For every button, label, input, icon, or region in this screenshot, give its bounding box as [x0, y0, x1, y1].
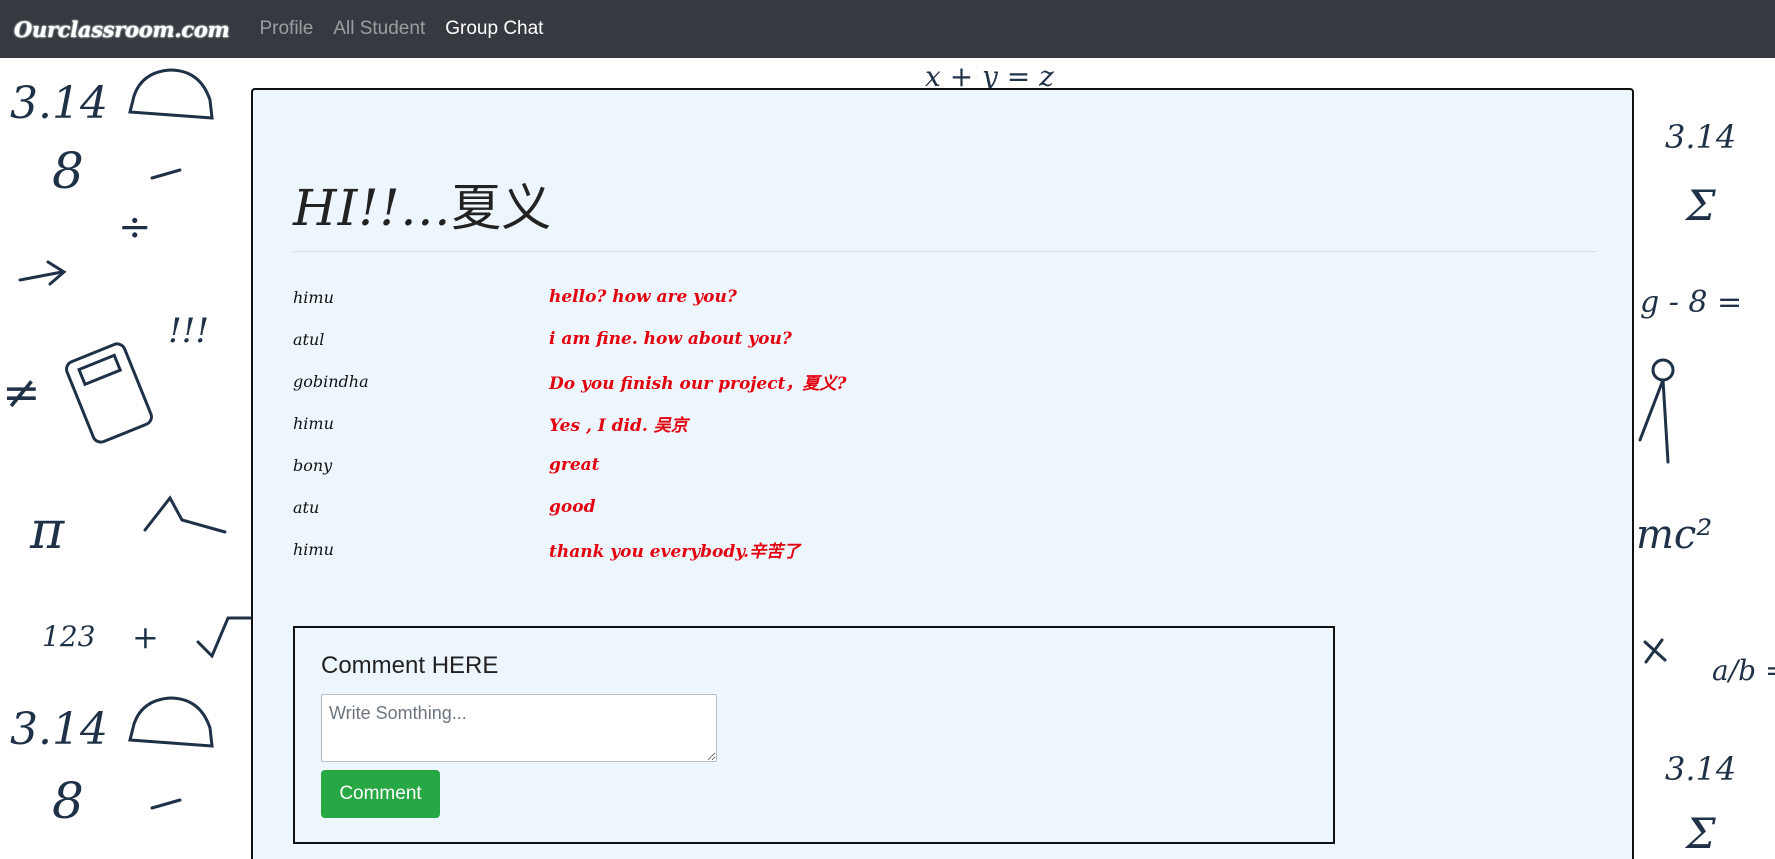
doodle-sigma-lower: Σ: [1684, 809, 1716, 858]
message-row: himu Yes , I did. 吴京: [293, 402, 1593, 444]
message-text: thank you everybody.辛苦了: [549, 541, 801, 562]
comment-submit-button[interactable]: Comment: [321, 770, 440, 818]
doodle-pi: π: [29, 501, 65, 561]
doodle-g-minus: g - 8 =: [1640, 285, 1742, 320]
wave-drawing: [143, 495, 227, 534]
message-author: atu: [293, 497, 320, 517]
doodle-not-equal: ≠: [2, 365, 41, 419]
comment-form: Comment HERE Comment: [293, 626, 1335, 844]
comment-textarea[interactable]: [321, 694, 717, 762]
message-author: gobindha: [293, 371, 369, 391]
message-row: atu good: [293, 486, 1593, 528]
root-drawing: [196, 616, 252, 659]
protractor-drawing: [128, 68, 214, 120]
doodle-dash: [150, 168, 182, 180]
doodle-eight-lower: 8: [52, 772, 84, 830]
group-chat-card: HI!!...夏义 himu hello? how are you? atul …: [251, 88, 1634, 859]
heading-divider: [293, 251, 1596, 252]
doodle-pi-value: 3.14: [10, 78, 108, 129]
doodle-dash-lower: [150, 798, 182, 810]
calculator-drawing: [65, 342, 153, 444]
nav-link-profile[interactable]: Profile: [259, 18, 313, 40]
message-text: good: [549, 497, 596, 517]
doodle-plus: +: [132, 618, 159, 656]
protractor-drawing-lower: [128, 696, 214, 748]
doodle-exclaim: !!!: [168, 311, 209, 351]
greeting-heading: HI!!...夏义: [293, 168, 551, 240]
doodle-eight: 8: [52, 142, 84, 200]
doodle-x: [1643, 638, 1667, 664]
message-list: himu hello? how are you? atul i am fine.…: [293, 276, 1593, 570]
doodle-pi-value-right-lower: 3.14: [1665, 750, 1736, 788]
message-row: bony great: [293, 444, 1593, 486]
doodle-pi-value-right: 3.14: [1665, 118, 1736, 156]
brand-logo-link[interactable]: Ourclassroom.com: [14, 17, 230, 42]
nav-link-group-chat[interactable]: Group Chat: [445, 18, 543, 40]
message-text: Yes , I did. 吴京: [549, 415, 688, 436]
doodle-pi-value-lower: 3.14: [10, 704, 108, 755]
message-text: Do you finish our project，夏义?: [549, 373, 847, 394]
message-author: himu: [293, 539, 334, 559]
comment-form-title: Comment HERE: [321, 652, 499, 679]
message-author: atul: [293, 329, 325, 349]
message-text: great: [549, 455, 600, 475]
message-author: himu: [293, 413, 334, 433]
nav-links: Profile All Student Group Chat: [259, 18, 563, 40]
message-row: gobindha Do you finish our project，夏义?: [293, 360, 1593, 402]
message-text: hello? how are you?: [549, 287, 737, 307]
nav-link-all-student[interactable]: All Student: [333, 18, 425, 40]
doodle-fraction: a/b =: [1712, 654, 1775, 687]
doodle-number: 123: [42, 620, 95, 653]
message-text: i am fine. how about you?: [549, 329, 792, 349]
greeting-username: 夏义: [451, 179, 552, 237]
top-navbar: Ourclassroom.com Profile All Student Gro…: [0, 0, 1775, 58]
message-author: himu: [293, 287, 334, 307]
message-row: himu thank you everybody.辛苦了: [293, 528, 1593, 570]
greeting-prefix: HI!!...: [293, 179, 452, 237]
message-row: himu hello? how are you?: [293, 276, 1593, 318]
compass-drawing: [1638, 358, 1675, 464]
arrow-drawing: [18, 260, 67, 286]
doodle-mc2: mc²: [1636, 512, 1712, 558]
message-row: atul i am fine. how about you?: [293, 318, 1593, 360]
doodle-divide: ÷: [118, 204, 152, 250]
doodle-sigma: Σ: [1684, 181, 1716, 230]
message-author: bony: [293, 455, 333, 475]
